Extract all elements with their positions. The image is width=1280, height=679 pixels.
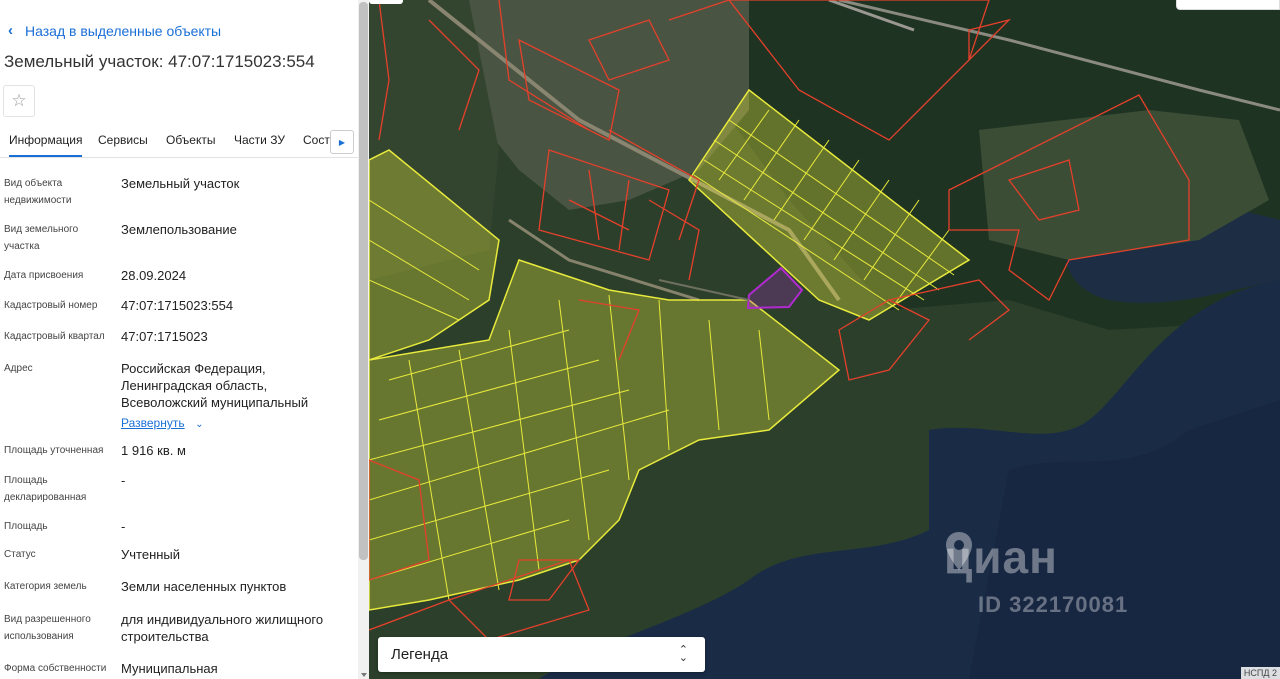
back-link-label: Назад в выделенные объекты	[25, 22, 222, 39]
panel-scrollbar[interactable]	[358, 0, 369, 679]
zoom-control[interactable]	[369, 0, 403, 4]
row-label: Категория земель	[4, 581, 87, 592]
page-title: Земельный участок: 47:07:1715023:554	[4, 52, 315, 71]
row-value: 47:07:1715023	[121, 329, 208, 344]
row-value: 1 916 кв. м	[121, 443, 186, 458]
select-arrows-icon: ⌃ ⌄	[678, 644, 688, 664]
scrollbar-thumb[interactable]	[359, 2, 368, 560]
back-link[interactable]: ‹ Назад в выделенные объекты	[8, 22, 221, 39]
row-value: Земельный участок	[121, 176, 240, 191]
scroll-down-icon[interactable]	[361, 673, 367, 677]
row-value: Землепользование	[121, 222, 237, 237]
legend-label: Легенда	[391, 646, 449, 663]
tab-objects[interactable]: Объекты	[166, 133, 216, 147]
tab-services[interactable]: Сервисы	[98, 133, 148, 147]
row-value: Учтенный	[121, 547, 181, 562]
watermark-id: ID 322170081	[978, 592, 1129, 617]
map-search-box[interactable]	[1176, 0, 1280, 10]
row-value: Земли населенных пунктов	[121, 579, 287, 594]
row-value: Муниципальная	[121, 661, 218, 676]
satellite-map[interactable]	[369, 0, 1280, 679]
row-label: Площадь декларированная	[4, 475, 87, 503]
expand-label: Развернуть	[121, 416, 185, 430]
map-attribution-badge: НСПД 2	[1240, 667, 1280, 679]
legend-select[interactable]: Легенда ⌃ ⌄	[378, 637, 705, 672]
row-value: -	[121, 473, 126, 488]
row-value: 47:07:1715023:554	[121, 298, 234, 313]
row-label: Дата присвоения	[4, 270, 84, 281]
location-pin-icon	[946, 532, 972, 570]
row-label: Адрес	[4, 363, 33, 374]
row-label: Форма собственности	[4, 663, 107, 674]
expand-button[interactable]: Развернуть ⌄	[121, 414, 203, 432]
row-label: Кадастровый квартал	[4, 331, 105, 342]
row-label: Статус	[4, 549, 36, 560]
row-label: Кадастровый номер	[4, 300, 98, 311]
row-label: Вид объекта недвижимости	[4, 178, 72, 206]
row-label: Площадь уточненная	[4, 445, 104, 456]
map-view[interactable]: циан ID 322170081 Легенда ⌃ ⌄ НСПД 2	[369, 0, 1280, 679]
tab-bar: Информация Сервисы Объекты Части ЗУ Сост…	[0, 125, 358, 158]
chevron-left-icon: ‹	[8, 22, 13, 39]
row-label: Вид земельного участка	[4, 224, 79, 252]
row-value: Российская Федерация, Ленинградская обла…	[121, 361, 309, 410]
info-panel: ‹ Назад в выделенные объекты Земельный у…	[0, 0, 358, 679]
chevron-down-icon: ⌄	[195, 419, 204, 430]
tab-composition[interactable]: Состав	[300, 125, 330, 156]
row-value: для индивидуального жилищного строительс…	[121, 612, 324, 644]
tabs-next-button[interactable]: ▶	[330, 130, 354, 154]
tab-parts[interactable]: Части ЗУ	[234, 133, 285, 147]
row-value: 28.09.2024	[121, 268, 187, 283]
tab-info[interactable]: Информация	[9, 133, 83, 157]
row-value: -	[121, 519, 126, 534]
row-label: Площадь	[4, 521, 48, 532]
row-label: Вид разрешенного использования	[4, 614, 91, 642]
star-icon[interactable]: ☆	[3, 85, 35, 117]
watermark: циан	[944, 530, 1058, 584]
